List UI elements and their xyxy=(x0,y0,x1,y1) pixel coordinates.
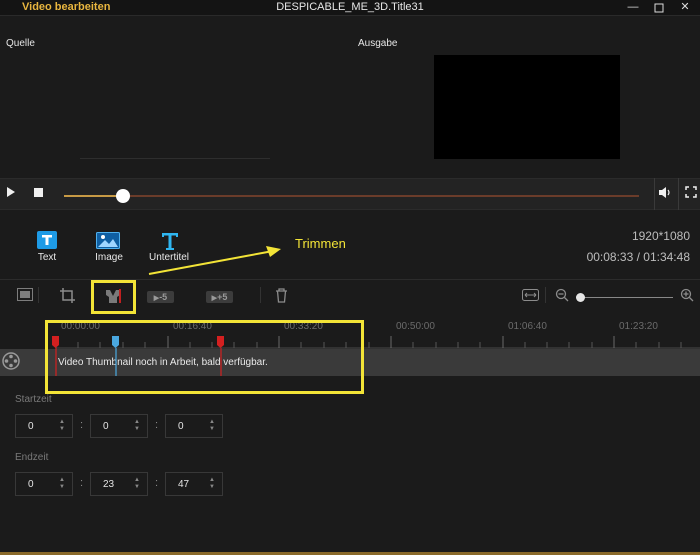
start-hours-value: 0 xyxy=(28,421,34,432)
output-label: Ausgabe xyxy=(358,38,398,49)
time-separator: : xyxy=(155,419,159,431)
seek-progress xyxy=(64,195,122,197)
start-time-label: Startzeit xyxy=(15,394,52,405)
text-tool-label: Text xyxy=(37,252,57,263)
volume-icon[interactable] xyxy=(658,186,672,202)
annotation-label: Trimmen xyxy=(295,236,346,251)
zoom-handle[interactable] xyxy=(576,293,585,302)
zoom-in-icon[interactable] xyxy=(676,288,698,306)
stepper-arrows-icon[interactable]: ▲ ▼ xyxy=(59,419,65,433)
image-tool-button[interactable] xyxy=(96,232,120,250)
resolution-text: 1920*1080 xyxy=(631,229,690,243)
stepper-arrows-icon[interactable]: ▲ ▼ xyxy=(209,477,215,491)
start-minutes-stepper[interactable]: 0 ▲ ▼ xyxy=(90,414,148,438)
output-preview xyxy=(434,55,620,159)
back-5-button[interactable]: ▶-5 xyxy=(147,291,174,303)
end-time-label: Endzeit xyxy=(15,452,49,463)
zoom-slider[interactable] xyxy=(576,297,673,298)
image-tool-label: Image xyxy=(95,252,123,263)
end-seconds-stepper[interactable]: 47 ▲ ▼ xyxy=(165,472,223,496)
source-preview-edge xyxy=(80,158,270,159)
zoom-out-icon[interactable] xyxy=(551,288,573,306)
start-hours-stepper[interactable]: 0 ▲ ▼ xyxy=(15,414,73,438)
play-icon[interactable] xyxy=(4,187,18,200)
player-bar xyxy=(0,178,700,210)
end-minutes-stepper[interactable]: 23 ▲ ▼ xyxy=(90,472,148,496)
minimize-icon[interactable]: — xyxy=(624,0,642,15)
annotation-arrow xyxy=(148,246,281,275)
image-icon xyxy=(96,232,120,250)
divider xyxy=(678,178,679,210)
time-separator: : xyxy=(155,477,159,489)
film-reel-icon xyxy=(2,352,20,375)
divider xyxy=(260,287,261,303)
crop-icon[interactable] xyxy=(56,288,78,306)
start-seconds-value: 0 xyxy=(178,421,184,432)
stepper-arrows-icon[interactable]: ▲ ▼ xyxy=(59,477,65,491)
text-icon xyxy=(37,231,57,249)
forward-5-button[interactable]: ▶+5 xyxy=(206,291,233,303)
end-hours-value: 0 xyxy=(28,479,34,490)
timeline-highlight xyxy=(45,320,364,394)
fullscreen-icon[interactable] xyxy=(684,186,698,201)
restore-icon[interactable] xyxy=(650,0,668,15)
fit-width-icon[interactable] xyxy=(519,288,541,306)
text-tool-button[interactable] xyxy=(37,231,57,249)
trash-icon[interactable] xyxy=(270,288,292,306)
stepper-arrows-icon[interactable]: ▲ ▼ xyxy=(134,419,140,433)
end-minutes-value: 23 xyxy=(103,479,115,490)
end-seconds-value: 47 xyxy=(178,479,190,490)
film-icon[interactable] xyxy=(14,288,36,306)
divider xyxy=(38,287,39,303)
start-minutes-value: 0 xyxy=(103,421,109,432)
time-readout: 00:08:33 / 01:34:48 xyxy=(586,250,690,264)
stepper-arrows-icon[interactable]: ▲ ▼ xyxy=(134,477,140,491)
stepper-arrows-icon[interactable]: ▲ ▼ xyxy=(209,419,215,433)
time-separator: : xyxy=(80,477,84,489)
seek-track[interactable] xyxy=(64,195,639,197)
end-hours-stepper[interactable]: 0 ▲ ▼ xyxy=(15,472,73,496)
document-title: DESPICABLE_ME_3D.Title31 xyxy=(276,1,424,13)
forward-5-label: +5 xyxy=(217,292,228,302)
close-icon[interactable]: ✕ xyxy=(676,0,694,15)
divider xyxy=(654,178,655,210)
back-5-label: -5 xyxy=(159,292,168,302)
trim-icon[interactable] xyxy=(102,288,124,306)
source-label: Quelle xyxy=(6,38,35,49)
time-separator: : xyxy=(80,419,84,431)
stop-icon[interactable] xyxy=(32,188,44,200)
seek-handle[interactable] xyxy=(116,189,130,203)
start-seconds-stepper[interactable]: 0 ▲ ▼ xyxy=(165,414,223,438)
divider xyxy=(545,287,546,303)
